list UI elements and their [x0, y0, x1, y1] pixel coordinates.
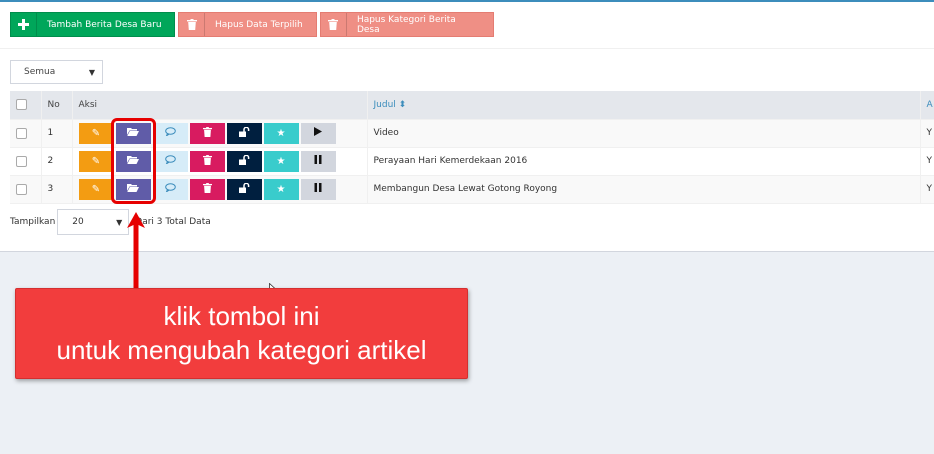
media-toggle-button[interactable] — [300, 122, 336, 144]
row-checkbox[interactable] — [16, 183, 27, 195]
row-title: Perayaan Hari Kemerdekaan 2016 — [367, 147, 921, 176]
highlight-box — [111, 118, 156, 204]
row-extra: Y — [920, 147, 934, 176]
unlock-button[interactable] — [226, 178, 262, 200]
plus-icon — [11, 13, 37, 36]
header-next-label: A — [926, 99, 933, 110]
delete-category-label: Hapus Kategori Berita Desa — [356, 14, 456, 35]
per-page-select[interactable]: 20 ▼ — [57, 209, 130, 235]
row-number: 3 — [41, 175, 73, 204]
trash-icon — [179, 13, 205, 36]
header-next: A — [920, 91, 934, 120]
trash-icon — [202, 182, 212, 196]
header-judul[interactable]: Judul ⬍ — [367, 91, 921, 120]
pointer-arrow — [127, 212, 145, 292]
caret-down-icon: ▼ — [88, 67, 95, 77]
media-toggle-button[interactable] — [300, 150, 336, 172]
trash-icon — [321, 13, 347, 36]
per-page-value: 20 — [72, 217, 84, 227]
unlock-icon — [238, 154, 250, 168]
sort-judul-link[interactable]: Judul ⬍ — [374, 100, 407, 110]
delete-category-button[interactable]: Hapus Kategori Berita Desa — [320, 12, 494, 37]
select-all-cell — [10, 91, 42, 120]
select-all-checkbox[interactable] — [16, 99, 27, 111]
row-checkbox-cell — [10, 119, 42, 148]
caret-down-icon: ▼ — [116, 217, 123, 227]
add-news-button[interactable]: Tambah Berita Desa Baru — [10, 12, 175, 37]
row-checkbox[interactable] — [16, 127, 27, 139]
comments-button[interactable] — [152, 122, 188, 144]
edit-icon: ✎ — [91, 155, 101, 167]
row-checkbox-cell — [10, 147, 42, 176]
per-page-label: Tampilkan — [10, 217, 56, 227]
edit-button[interactable]: ✎ — [78, 178, 114, 200]
row-title: Video — [367, 119, 921, 148]
delete-button[interactable] — [189, 150, 225, 172]
edit-icon: ✎ — [91, 127, 101, 139]
comments-button[interactable] — [152, 178, 188, 200]
star-icon: ★ — [276, 183, 286, 195]
row-checkbox[interactable] — [16, 155, 27, 167]
unlock-icon — [238, 126, 250, 140]
instruction-callout: klik tombol ini untuk mengubah kategori … — [15, 288, 468, 379]
header-aksi: Aksi — [72, 91, 368, 120]
featured-button[interactable]: ★ — [263, 150, 299, 172]
row-number: 2 — [41, 147, 73, 176]
edit-button[interactable]: ✎ — [78, 122, 114, 144]
comment-icon — [164, 155, 176, 167]
toolbar: Tambah Berita Desa Baru Hapus Data Terpi… — [10, 12, 494, 37]
header-no: No — [41, 91, 73, 120]
unlock-button[interactable] — [226, 122, 262, 144]
unlock-icon — [238, 182, 250, 196]
trash-icon — [202, 154, 212, 168]
unlock-button[interactable] — [226, 150, 262, 172]
add-news-label: Tambah Berita Desa Baru — [47, 19, 162, 30]
delete-button[interactable] — [189, 122, 225, 144]
row-extra: Y — [920, 119, 934, 148]
row-title: Membangun Desa Lewat Gotong Royong — [367, 175, 921, 204]
delete-selected-button[interactable]: Hapus Data Terpilih — [178, 12, 317, 37]
delete-selected-label: Hapus Data Terpilih — [215, 19, 303, 30]
callout-line-1: klik tombol ini — [163, 301, 320, 331]
star-icon: ★ — [276, 155, 286, 167]
status-filter-select[interactable]: Semua ▼ — [10, 60, 103, 84]
divider — [0, 48, 934, 49]
star-icon: ★ — [276, 127, 286, 139]
table-header-row: No Aksi Judul ⬍ A — [10, 91, 934, 120]
row-number: 1 — [41, 119, 73, 148]
callout-line-2: untuk mengubah kategori artikel — [56, 335, 427, 365]
row-checkbox-cell — [10, 175, 42, 204]
comments-button[interactable] — [152, 150, 188, 172]
play-icon — [314, 127, 322, 139]
pause-icon — [314, 155, 322, 167]
pause-icon — [314, 183, 322, 195]
row-extra: Y — [920, 175, 934, 204]
pagination-controls: Tampilkan 20 ▼ Dari 3 Total Data — [10, 209, 211, 235]
trash-icon — [202, 126, 212, 140]
featured-button[interactable]: ★ — [263, 178, 299, 200]
sort-icon: ⬍ — [398, 99, 407, 110]
edit-icon: ✎ — [91, 183, 101, 195]
edit-button[interactable]: ✎ — [78, 150, 114, 172]
status-filter-value: Semua — [24, 67, 56, 77]
comment-icon — [164, 127, 176, 139]
comment-icon — [164, 183, 176, 195]
media-toggle-button[interactable] — [300, 178, 336, 200]
delete-button[interactable] — [189, 178, 225, 200]
featured-button[interactable]: ★ — [263, 122, 299, 144]
header-judul-label: Judul — [373, 99, 396, 110]
